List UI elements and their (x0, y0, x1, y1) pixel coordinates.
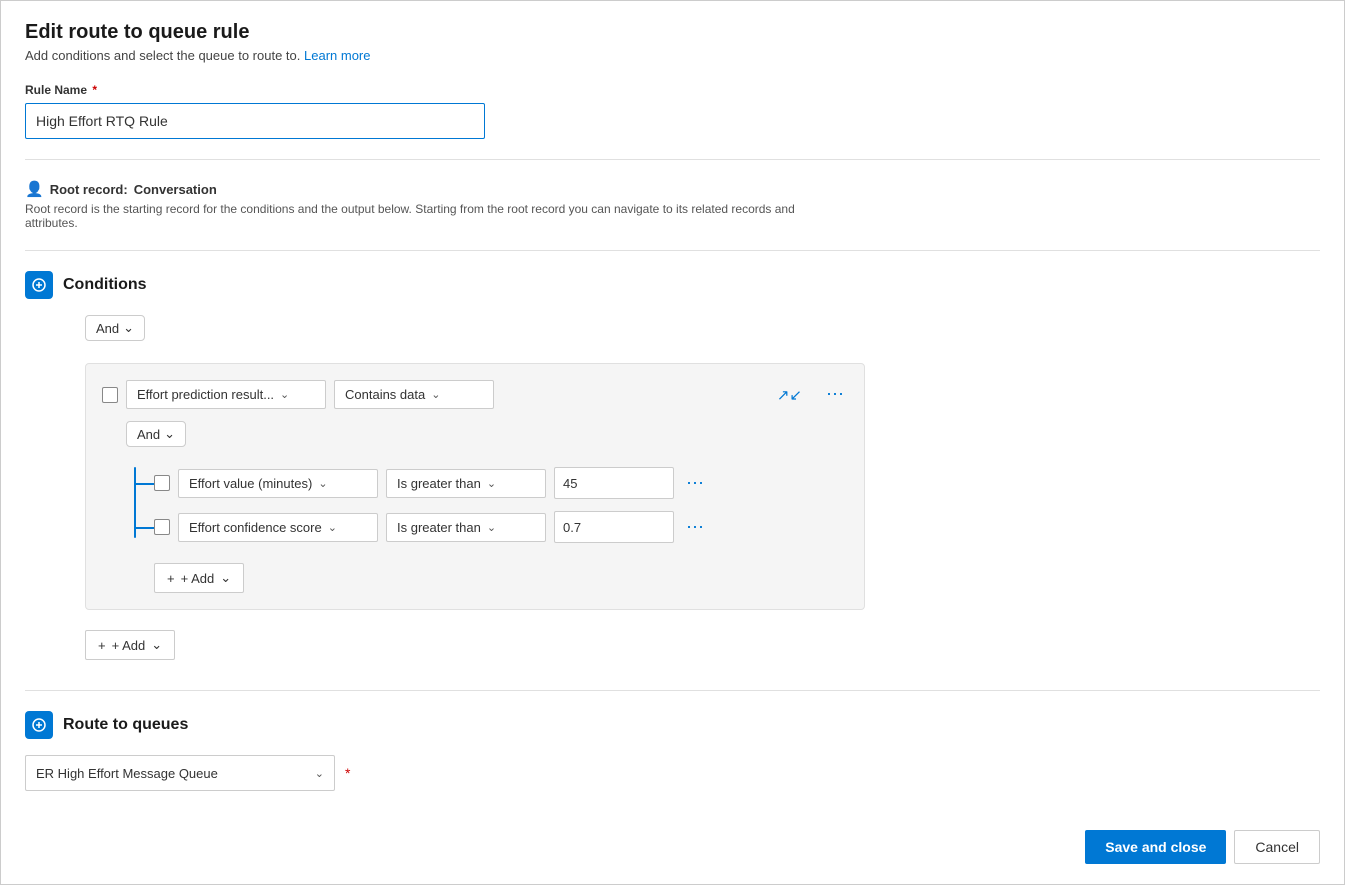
nested-conditions-wrapper: Effort value (minutes) ⌄ Is greater than… (126, 467, 848, 593)
condition-row-2: Effort value (minutes) ⌄ Is greater than… (154, 467, 848, 499)
condition-row3-field-dropdown[interactable]: Effort confidence score ⌄ (178, 513, 378, 542)
root-record-desc: Root record is the starting record for t… (25, 202, 845, 230)
cancel-button[interactable]: Cancel (1234, 830, 1320, 864)
subtitle-text: Add conditions and select the queue to r… (25, 48, 300, 63)
rule-name-input[interactable] (25, 103, 485, 139)
divider-2 (25, 250, 1320, 251)
queue-select-wrapper: ER High Effort Message Queue ⌄ * (25, 755, 1320, 791)
add-outer-btn[interactable]: + + Add ⌄ (85, 630, 175, 660)
condition-row1-operator-dropdown[interactable]: Contains data ⌄ (334, 380, 494, 409)
and-badge-inner[interactable]: And ⌄ (126, 421, 186, 447)
conditions-icon (25, 271, 53, 299)
required-marker: * (345, 765, 350, 781)
root-record-icon: 👤 (25, 180, 44, 198)
condition-row2-more-btn[interactable]: ⋯ (682, 471, 708, 496)
condition-row2-value[interactable] (554, 467, 674, 499)
divider-3 (25, 690, 1320, 691)
page-title: Edit route to queue rule (25, 21, 1320, 44)
route-to-queues-icon (25, 711, 53, 739)
divider-1 (25, 159, 1320, 160)
condition-row1-expand-btn[interactable]: ↗↙ (773, 384, 806, 406)
and-badge-outer[interactable]: And ⌄ (85, 315, 145, 341)
hline-2 (134, 527, 154, 529)
condition-row-2-wrapper: Effort value (minutes) ⌄ Is greater than… (126, 467, 848, 499)
root-record-label-row: 👤 Root record: Conversation (25, 180, 1320, 198)
save-and-close-button[interactable]: Save and close (1085, 830, 1226, 864)
route-to-queues-title: Route to queues (63, 716, 188, 734)
condition-row-1: Effort prediction result... ⌄ Contains d… (102, 380, 848, 409)
condition-row3-checkbox[interactable] (154, 519, 170, 535)
add-outer-wrapper: + + Add ⌄ (85, 622, 1320, 660)
hline-1 (134, 483, 154, 485)
condition-row3-value[interactable] (554, 511, 674, 543)
condition-row2-field-dropdown[interactable]: Effort value (minutes) ⌄ (178, 469, 378, 498)
page-container: Edit route to queue rule Add conditions … (0, 0, 1345, 885)
conditions-title: Conditions (63, 276, 147, 294)
add-inner-wrapper: + + Add ⌄ (126, 555, 848, 593)
page-subtitle: Add conditions and select the queue to r… (25, 48, 1320, 63)
condition-row1-more-btn[interactable]: ⋯ (822, 382, 848, 407)
root-record-section: 👤 Root record: Conversation Root record … (25, 180, 1320, 230)
rule-name-label: Rule Name * (25, 83, 1320, 97)
condition-row-3-wrapper: Effort confidence score ⌄ Is greater tha… (126, 511, 848, 543)
condition-row3-operator-dropdown[interactable]: Is greater than ⌄ (386, 513, 546, 542)
condition-row1-checkbox[interactable] (102, 387, 118, 403)
condition-row3-more-btn[interactable]: ⋯ (682, 515, 708, 540)
condition-row2-checkbox[interactable] (154, 475, 170, 491)
condition-row2-operator-dropdown[interactable]: Is greater than ⌄ (386, 469, 546, 498)
footer-buttons: Save and close Cancel (1085, 830, 1320, 864)
condition-group: Effort prediction result... ⌄ Contains d… (85, 363, 865, 610)
conditions-section-header: Conditions (25, 271, 1320, 299)
add-inner-btn[interactable]: + + Add ⌄ (154, 563, 244, 593)
learn-more-link[interactable]: Learn more (304, 48, 370, 63)
queue-select-dropdown[interactable]: ER High Effort Message Queue ⌄ (25, 755, 335, 791)
route-to-queues-header: Route to queues (25, 711, 1320, 739)
condition-row1-field-dropdown[interactable]: Effort prediction result... ⌄ (126, 380, 326, 409)
condition-row-3: Effort confidence score ⌄ Is greater tha… (154, 511, 848, 543)
